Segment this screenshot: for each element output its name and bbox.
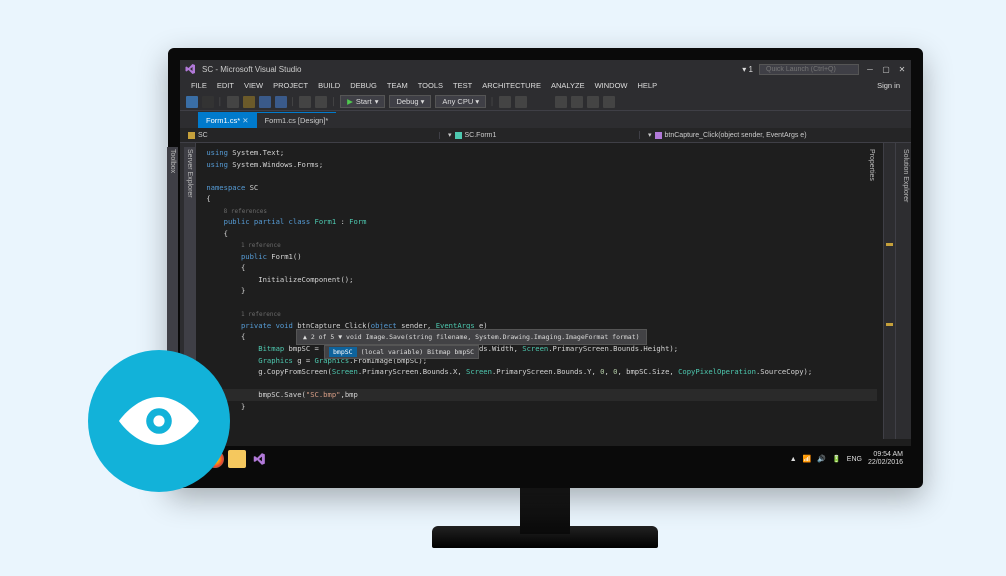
toolbar-misc-4-icon[interactable] xyxy=(571,96,583,108)
play-icon: ▶ xyxy=(347,97,353,106)
menu-help[interactable]: HELP xyxy=(633,81,663,90)
quick-launch-input[interactable] xyxy=(759,64,859,75)
menu-architecture[interactable]: ARCHITECTURE xyxy=(477,81,546,90)
nav-back-icon[interactable] xyxy=(186,96,198,108)
toolbar-misc-5-icon[interactable] xyxy=(587,96,599,108)
toolbar-misc-3-icon[interactable] xyxy=(555,96,567,108)
menu-team[interactable]: TEAM xyxy=(382,81,413,90)
redo-icon[interactable] xyxy=(315,96,327,108)
code-editor[interactable]: using System.Text; using System.Windows.… xyxy=(196,143,883,439)
intellisense-hint: (local variable) Bitmap bmpSC xyxy=(361,347,475,357)
platform-dropdown[interactable]: Any CPU ▾ xyxy=(435,95,486,108)
intellisense-item[interactable]: bmpSC xyxy=(329,347,357,357)
toolbar-misc-6-icon[interactable] xyxy=(603,96,615,108)
scroll-marker xyxy=(886,323,893,326)
vs-logo-icon xyxy=(184,63,196,75)
menu-tools[interactable]: TOOLS xyxy=(413,81,448,90)
code-nav-bar: SC ▾ SC.Form1 ▾ btnCapture_Click(object … xyxy=(180,128,911,143)
minimize-button[interactable]: ─ xyxy=(865,65,875,74)
network-icon[interactable]: 📶 xyxy=(803,455,812,463)
menu-view[interactable]: VIEW xyxy=(239,81,268,90)
notifications-badge[interactable]: ▾ 1 xyxy=(742,65,753,74)
right-side-tabs: Solution Explorer Class View Properties xyxy=(895,143,911,439)
toolbar-misc-2-icon[interactable] xyxy=(515,96,527,108)
menu-edit[interactable]: EDIT xyxy=(212,81,239,90)
new-icon[interactable] xyxy=(227,96,239,108)
close-button[interactable]: ✕ xyxy=(897,65,907,74)
save-icon[interactable] xyxy=(259,96,271,108)
volume-icon[interactable]: 🔊 xyxy=(817,455,826,463)
menu-project[interactable]: PROJECT xyxy=(268,81,313,90)
monitor-frame: SC - Microsoft Visual Studio ▾ 1 ─ ▢ ✕ F… xyxy=(168,48,923,488)
menu-window[interactable]: WINDOW xyxy=(590,81,633,90)
menu-file[interactable]: FILE xyxy=(186,81,212,90)
solution-explorer-tab[interactable]: Solution Explorer xyxy=(900,147,911,439)
toolbar: │ │ │ ▶ Start ▾ Debug ▾ Any CPU ▾ │ xyxy=(180,93,911,111)
vertical-scrollbar[interactable] xyxy=(883,143,895,439)
config-dropdown[interactable]: Debug ▾ xyxy=(389,95,431,108)
undo-icon[interactable] xyxy=(299,96,311,108)
eye-badge-icon xyxy=(88,350,230,492)
intellisense-popup[interactable]: bmpSC (local variable) Bitmap bmpSC xyxy=(324,345,479,359)
menu-debug[interactable]: DEBUG xyxy=(345,81,382,90)
csharp-project-icon xyxy=(188,132,195,139)
window-titlebar: SC - Microsoft Visual Studio ▾ 1 ─ ▢ ✕ xyxy=(180,60,911,78)
editor-area: Server Explorer Toolbox using System.Tex… xyxy=(180,143,911,439)
tab-form1-design[interactable]: Form1.cs [Design]* xyxy=(257,112,337,128)
screen: SC - Microsoft Visual Studio ▾ 1 ─ ▢ ✕ F… xyxy=(180,60,911,472)
nav-method-dropdown[interactable]: ▾ btnCapture_Click(object sender, EventA… xyxy=(640,131,911,139)
method-icon xyxy=(655,132,662,139)
vs-taskbar-icon[interactable] xyxy=(250,450,268,468)
signature-help-tooltip: ▲ 2 of 5 ▼ void Image.Save(string filena… xyxy=(296,329,647,345)
maximize-button[interactable]: ▢ xyxy=(881,65,891,74)
class-icon xyxy=(455,132,462,139)
scroll-marker xyxy=(886,243,893,246)
signin-link[interactable]: Sign in xyxy=(872,81,905,90)
tray-arrow-icon[interactable]: ▲ xyxy=(790,456,797,463)
menu-build[interactable]: BUILD xyxy=(313,81,345,90)
battery-icon[interactable]: 🔋 xyxy=(832,455,841,463)
windows-taskbar: ▲ 📶 🔊 🔋 ENG 09:54 AM 22/02/2016 xyxy=(180,446,911,472)
toolbar-misc-1-icon[interactable] xyxy=(499,96,511,108)
menu-test[interactable]: TEST xyxy=(448,81,477,90)
clock[interactable]: 09:54 AM 22/02/2016 xyxy=(868,451,907,466)
menubar: FILE EDIT VIEW PROJECT BUILD DEBUG TEAM … xyxy=(180,78,911,93)
nav-class-dropdown[interactable]: ▾ SC.Form1 xyxy=(440,131,640,139)
nav-project-dropdown[interactable]: SC xyxy=(180,132,440,139)
open-icon[interactable] xyxy=(243,96,255,108)
tab-form1-cs[interactable]: Form1.cs* ✕ xyxy=(198,112,257,128)
monitor-stand-neck xyxy=(520,486,570,534)
document-tabs: Form1.cs* ✕ Form1.cs [Design]* xyxy=(180,111,911,128)
window-title: SC - Microsoft Visual Studio xyxy=(202,65,301,74)
menu-analyze[interactable]: ANALYZE xyxy=(546,81,590,90)
language-indicator[interactable]: ENG xyxy=(847,456,862,463)
nav-fwd-icon[interactable] xyxy=(202,96,214,108)
file-explorer-icon[interactable] xyxy=(228,450,246,468)
start-debug-button[interactable]: ▶ Start ▾ xyxy=(340,95,385,108)
save-all-icon[interactable] xyxy=(275,96,287,108)
